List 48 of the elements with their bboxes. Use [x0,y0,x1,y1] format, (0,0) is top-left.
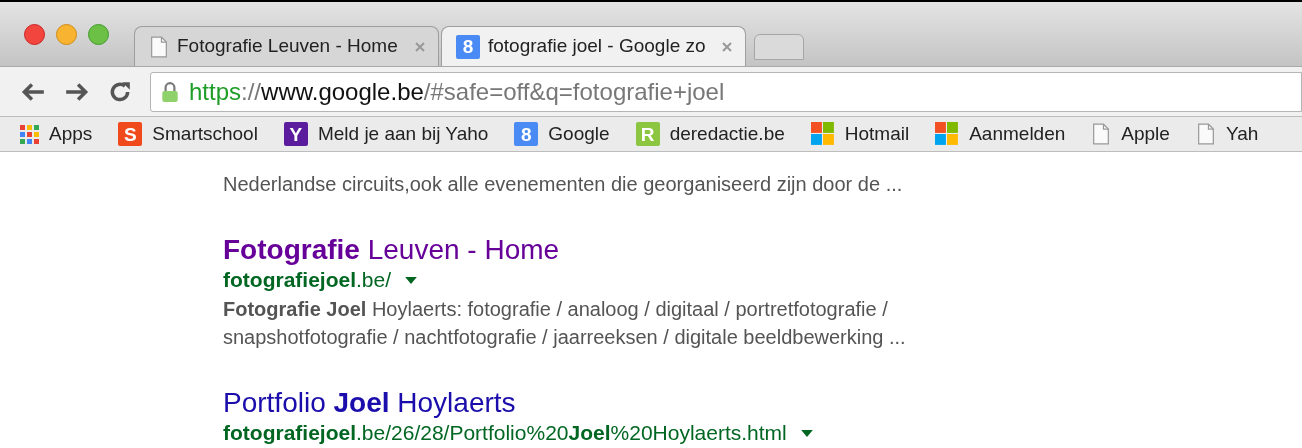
browser-tab[interactable]: Fotografie Leuven - Home [134,26,439,66]
four-squares-icon [810,122,835,146]
bookmark-link[interactable]: Aanmelden [969,119,1066,149]
tab-title: fotografie joel - Google zo [488,34,707,59]
bookmark-link[interactable]: Apple [1121,119,1170,149]
back-icon[interactable] [20,80,46,103]
dropdown-caret-icon[interactable] [405,276,418,284]
url-host: www.google.be [261,77,424,105]
four-squares-icon [935,122,960,146]
close-window-button[interactable] [24,24,45,45]
result-url: fotografiejoel.be/ [223,267,392,293]
new-tab-button[interactable] [754,34,804,60]
close-icon[interactable] [721,40,733,53]
minimize-window-button[interactable] [56,24,77,45]
url-separator: :// [241,77,262,105]
site-logo-icon: Y [283,122,308,146]
bookmark-link[interactable]: Yah [1225,119,1259,149]
site-logo-icon: 8 [514,122,539,146]
bookmark-link[interactable]: Hotmail [844,119,910,149]
apps-grid-icon [20,124,39,144]
url-path: /#safe=off&q=fotografie+joel [423,77,725,105]
document-icon [1195,123,1216,145]
bookmark-link[interactable]: Smartschool [152,119,258,149]
bookmark-link[interactable]: Google [548,119,610,149]
browser-tab[interactable]: 8 fotografie joel - Google zo [441,26,746,66]
tab-title: Fotografie Leuven - Home [177,34,399,59]
dropdown-caret-icon[interactable] [800,429,813,437]
result-snippet: Fotografie Joel Hoylaerts: fotografie / analoog / digitaal / portretfotografie / [223,297,888,322]
result-snippet: Nederlandse circuits,ook alle evenementen die georganiseerd zijn door de ... [223,172,903,197]
forward-icon[interactable] [64,80,90,103]
result-url: fotografiejoel.be/26/28/Portfolio%20Joel%20Hoylaerts.html [223,420,787,446]
site-logo-icon: R [635,122,660,146]
address-bar[interactable]: https://www.google.be/#safe=off&q=fotografie+joel [150,71,1302,112]
bookmark-link[interactable]: deredactie.be [669,119,785,149]
site-logo-icon: S [118,122,143,146]
site-logo-icon: 8 [456,34,480,59]
bookmark-link[interactable]: Meld je aan bij Yaho [317,119,489,149]
bookmark-link[interactable]: Apps [49,119,93,149]
zoom-window-button[interactable] [88,24,109,45]
close-icon[interactable] [414,40,426,53]
result-title-link[interactable]: Fotografie Leuven - Home [223,235,560,265]
result-snippet: snapshotfotografie / nachtfotografie / jaarreeksen / digitale beeldbewerking ... [223,325,906,350]
document-icon [1091,123,1112,145]
document-icon [149,35,169,58]
lock-icon [161,80,179,103]
url-scheme: https [189,77,242,105]
reload-icon[interactable] [108,79,132,104]
result-title-link[interactable]: Portfolio Joel Hoylaerts [223,388,516,418]
